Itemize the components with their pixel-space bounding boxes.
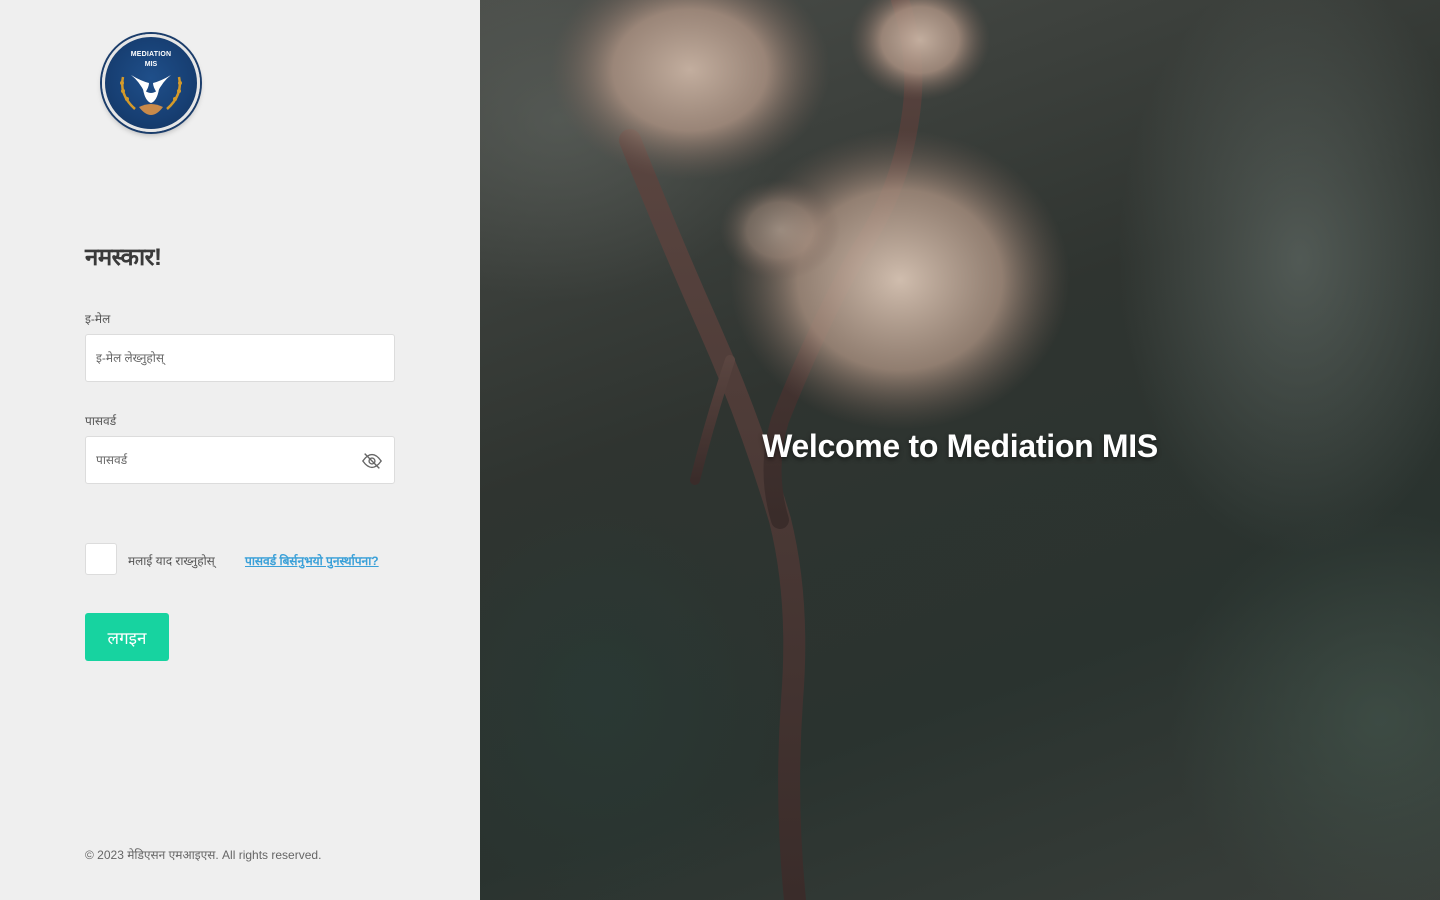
welcome-title: Welcome to Mediation MIS <box>762 428 1158 464</box>
login-page: MEDIATION MIS नमस्कार! इ-मेल पासवर्ड मला… <box>0 0 1440 900</box>
mediation-mis-logo: MEDIATION MIS <box>102 34 200 132</box>
remember-me-label[interactable]: मलाई याद राख्नुहोस् <box>128 552 215 569</box>
password-label: पासवर्ड <box>85 414 117 428</box>
email-field-wrapper <box>85 334 395 382</box>
eye-slash-icon[interactable] <box>361 450 383 472</box>
forgot-password-link[interactable]: पासवर्ड बिर्सनुभयो पुनर्स्थापना? <box>245 552 379 569</box>
email-input[interactable] <box>86 335 346 381</box>
remember-me-checkbox[interactable] <box>85 543 117 575</box>
logo-text-bottom: MIS <box>144 61 158 68</box>
login-panel: MEDIATION MIS नमस्कार! इ-मेल पासवर्ड मला… <box>0 0 480 900</box>
logo-text-top: MEDIATION <box>130 51 172 58</box>
footer-copyright: © 2023 मेडिएसन एमआइएस. All rights reserv… <box>85 848 322 862</box>
hero-panel: Welcome to Mediation MIS <box>480 0 1440 900</box>
login-button[interactable]: लगइन <box>85 613 169 661</box>
password-field-wrapper <box>85 436 395 484</box>
greeting-heading: नमस्कार! <box>85 244 162 271</box>
password-input[interactable] <box>86 437 346 483</box>
email-label: इ-मेल <box>85 312 111 326</box>
